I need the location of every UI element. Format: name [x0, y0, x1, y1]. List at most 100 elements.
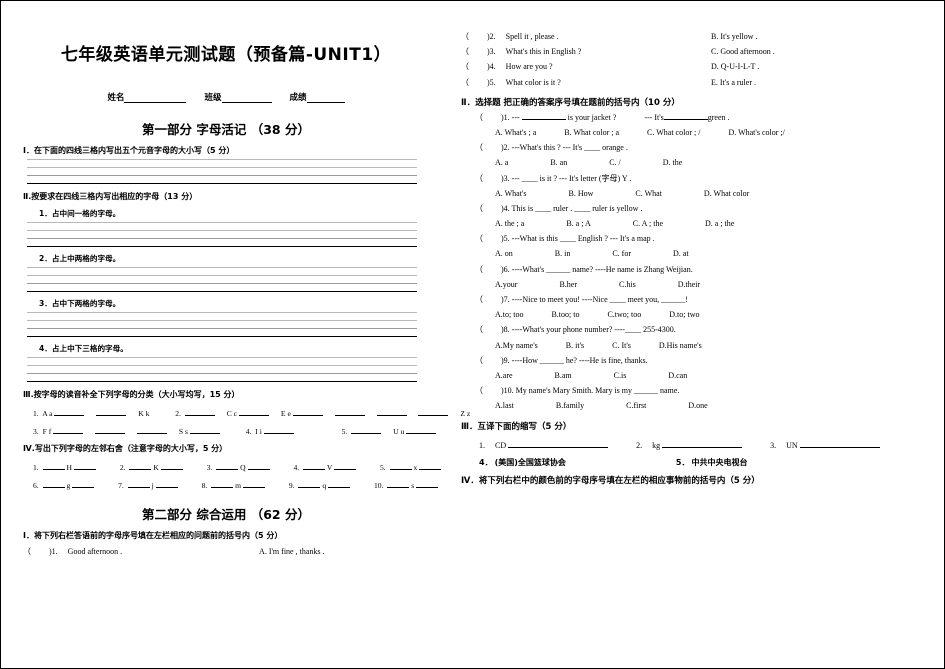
- mcq-option-a[interactable]: A. the ; a: [495, 216, 524, 231]
- answer-blank[interactable]: [72, 479, 95, 489]
- answer-blank[interactable]: [799, 439, 880, 448]
- answer-paren[interactable]: （: [461, 75, 487, 90]
- answer-blank[interactable]: [303, 461, 326, 471]
- mcq-option-d[interactable]: D.can: [668, 368, 687, 383]
- mcq-option-c[interactable]: C. It's: [612, 338, 631, 353]
- mcq-option-a[interactable]: A.My name's: [495, 338, 538, 353]
- mcq-option-b[interactable]: B. it's: [566, 338, 584, 353]
- mcq-option-b[interactable]: B. a ; A: [566, 216, 590, 231]
- mcq-option-b[interactable]: B. What color ; a: [564, 125, 619, 140]
- answer-blank[interactable]: [129, 461, 152, 471]
- answer-paren[interactable]: （: [461, 59, 487, 74]
- answer-blank[interactable]: [328, 479, 351, 489]
- mcq-option-a[interactable]: A. on: [495, 246, 513, 261]
- field-class-rule[interactable]: [221, 93, 272, 104]
- answer-blank[interactable]: [96, 407, 127, 417]
- answer-blank[interactable]: [663, 111, 708, 120]
- mcq-option-d[interactable]: D. What's color ;/: [728, 125, 784, 140]
- mcq-option-d[interactable]: D.their: [678, 277, 700, 292]
- field-name-rule[interactable]: [124, 93, 187, 104]
- answer-paren[interactable]: （: [475, 231, 501, 246]
- field-class[interactable]: 班级: [204, 91, 272, 104]
- answer-blank[interactable]: [263, 425, 294, 435]
- mcq-option-c[interactable]: C. A ; the: [633, 216, 663, 231]
- answer-blank[interactable]: [160, 461, 183, 471]
- mcq-option-b[interactable]: B.family: [556, 398, 584, 413]
- mcq-option-b[interactable]: B. in: [555, 246, 571, 261]
- mcq-option-d[interactable]: D. at: [673, 246, 689, 261]
- answer-blank[interactable]: [73, 461, 96, 471]
- answer-paren[interactable]: （: [475, 383, 501, 398]
- answer-paren[interactable]: （: [23, 544, 49, 559]
- mcq-option-b[interactable]: B. an: [550, 155, 567, 170]
- answer-blank[interactable]: [184, 407, 215, 417]
- answer-blank[interactable]: [242, 479, 265, 489]
- mcq-option-c[interactable]: C.two; too: [607, 307, 641, 322]
- mcq-option-d[interactable]: D. the: [663, 155, 683, 170]
- field-score-rule[interactable]: [306, 93, 345, 104]
- field-name[interactable]: 姓名: [107, 91, 187, 104]
- mcq-option-d[interactable]: D. What color: [704, 186, 749, 201]
- mcq-option-a[interactable]: A.are: [495, 368, 513, 383]
- answer-paren[interactable]: （: [461, 29, 487, 44]
- mcq-option-a[interactable]: A.to; too: [495, 307, 523, 322]
- answer-blank[interactable]: [508, 439, 609, 448]
- answer-blank[interactable]: [211, 479, 234, 489]
- field-score[interactable]: 成绩: [290, 91, 345, 104]
- mcq-option-c[interactable]: C. /: [609, 155, 621, 170]
- answer-blank[interactable]: [334, 407, 365, 417]
- answer-blank[interactable]: [389, 461, 412, 471]
- answer-paren[interactable]: （: [475, 201, 501, 216]
- mcq-option-b[interactable]: B. How: [569, 186, 594, 201]
- mcq-option-d[interactable]: D.to; two: [669, 307, 699, 322]
- mcq-option-d[interactable]: D.one: [688, 398, 707, 413]
- mcq-option-a[interactable]: A.last: [495, 398, 514, 413]
- answer-paren[interactable]: （: [475, 171, 501, 186]
- mcq-option-d[interactable]: D. a ; the: [705, 216, 734, 231]
- answer-blank[interactable]: [376, 407, 407, 417]
- answer-blank[interactable]: [334, 461, 357, 471]
- answer-blank[interactable]: [521, 111, 566, 120]
- answer-blank[interactable]: [42, 461, 65, 471]
- answer-blank[interactable]: [247, 461, 270, 471]
- answer-blank[interactable]: [387, 479, 410, 489]
- answer-blank[interactable]: [54, 407, 85, 417]
- answer-blank[interactable]: [216, 461, 239, 471]
- mcq-option-a[interactable]: A. What's ; a: [495, 125, 536, 140]
- answer-blank[interactable]: [351, 425, 382, 435]
- writing-staff[interactable]: [27, 357, 417, 383]
- answer-paren[interactable]: （: [475, 262, 501, 277]
- answer-paren[interactable]: （: [475, 292, 501, 307]
- writing-staff[interactable]: [27, 159, 417, 185]
- mcq-option-b[interactable]: B.her: [559, 277, 577, 292]
- mcq-option-c[interactable]: C.first: [626, 398, 646, 413]
- mcq-option-b[interactable]: B.too; to: [551, 307, 579, 322]
- mcq-option-a[interactable]: A. What's: [495, 186, 527, 201]
- answer-blank[interactable]: [662, 439, 743, 448]
- mcq-option-d[interactable]: D.His name's: [659, 338, 702, 353]
- answer-blank[interactable]: [292, 407, 323, 417]
- writing-staff[interactable]: [27, 267, 417, 293]
- answer-blank[interactable]: [42, 479, 65, 489]
- mcq-option-b[interactable]: B.am: [555, 368, 572, 383]
- answer-paren[interactable]: （: [475, 353, 501, 368]
- answer-blank[interactable]: [95, 425, 126, 435]
- mcq-option-a[interactable]: A.your: [495, 277, 517, 292]
- mcq-option-c[interactable]: C.his: [619, 277, 636, 292]
- mcq-option-c[interactable]: C. What: [635, 186, 662, 201]
- answer-paren[interactable]: （: [475, 140, 501, 155]
- writing-staff[interactable]: [27, 312, 417, 338]
- mcq-option-c[interactable]: C. What color ; /: [647, 125, 700, 140]
- answer-blank[interactable]: [419, 461, 442, 471]
- answer-paren[interactable]: （: [461, 44, 487, 59]
- answer-blank[interactable]: [416, 479, 439, 489]
- answer-blank[interactable]: [136, 425, 167, 435]
- writing-staff[interactable]: [27, 222, 417, 248]
- mcq-option-c[interactable]: C. for: [612, 246, 631, 261]
- mcq-option-a[interactable]: A. a: [495, 155, 508, 170]
- answer-blank[interactable]: [127, 479, 150, 489]
- answer-paren[interactable]: （: [475, 322, 501, 337]
- answer-blank[interactable]: [406, 425, 437, 435]
- answer-blank[interactable]: [298, 479, 321, 489]
- answer-blank[interactable]: [53, 425, 84, 435]
